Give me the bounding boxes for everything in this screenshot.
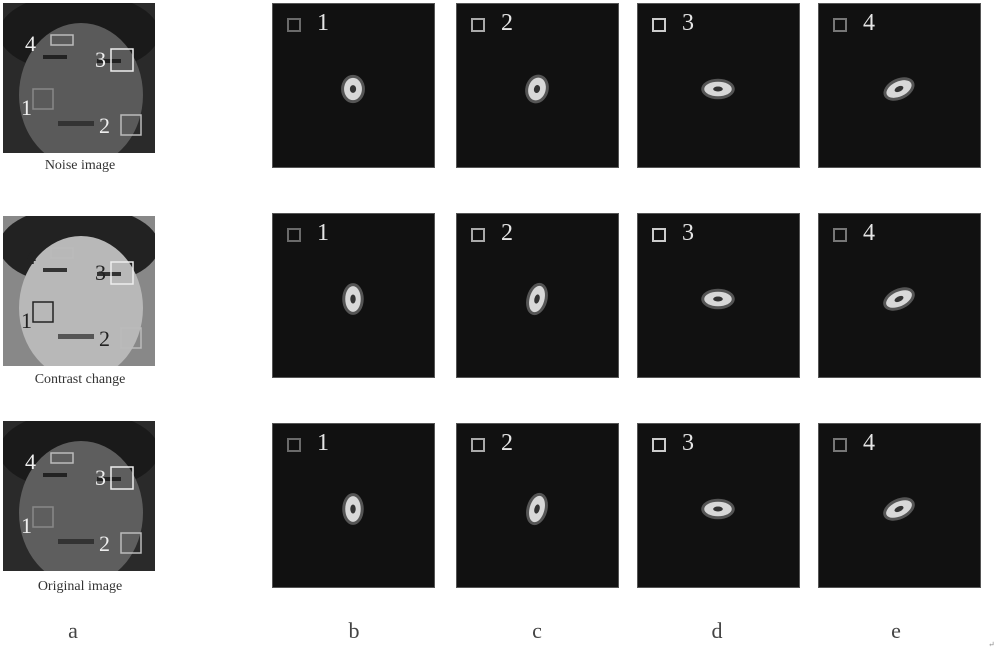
response-panel: 3 [637,213,800,378]
region-label: 3 [95,260,106,285]
region-label: 4 [25,449,36,474]
face-image-contrast: 4 3 1 2 [3,216,155,366]
region-label: 1 [21,308,32,333]
region-label: 3 [95,47,106,72]
response-core [350,294,356,304]
eye-left [43,268,67,272]
response-panel: 4 [818,213,981,378]
face-drawing: 4 3 1 2 [3,421,155,571]
paragraph-mark: ↵ [988,640,995,649]
response-panel: 2 [456,423,619,588]
mouth [58,539,94,544]
response-panel: 2 [456,3,619,168]
response-panel: 2 [456,213,619,378]
response-core [713,296,723,302]
mouth [58,121,94,126]
response-core [349,85,357,93]
response-panel: 1 [272,423,435,588]
response-panel: 1 [272,213,435,378]
column-label-e: e [891,618,901,643]
region-label: 1 [21,513,32,538]
region-label: 1 [21,95,32,120]
region-label: 4 [25,31,36,56]
response-core [350,504,356,514]
caption-original-image: Original image [37,579,123,594]
caption-contrast-change: Contrast change [34,372,126,387]
face-image-original: 4 3 1 2 [3,421,155,571]
response-panel: 4 [818,423,981,588]
region-label: 2 [99,326,110,351]
region-label: 2 [99,113,110,138]
column-label-c: c [532,618,542,643]
mouth [58,334,94,339]
caption-noise-image: Noise image [44,158,116,173]
response-panel: 3 [637,423,800,588]
eye-left [43,473,67,477]
response-panel: 4 [818,3,981,168]
response-panel: 1 [272,3,435,168]
response-panel: 3 [637,3,800,168]
face-drawing: 4 3 1 2 [3,216,155,366]
column-label-d: d [711,618,723,643]
response-core [713,506,723,512]
face-image-noise: 4 3 1 2 [3,3,155,153]
eye-left [43,55,67,59]
face-drawing: 4 3 1 2 [3,3,155,153]
region-label: 3 [95,465,106,490]
region-label: 4 [25,244,36,269]
column-label-b: b [348,618,360,643]
response-core [713,86,723,92]
region-label: 2 [99,531,110,556]
column-label-a: a [68,618,78,643]
